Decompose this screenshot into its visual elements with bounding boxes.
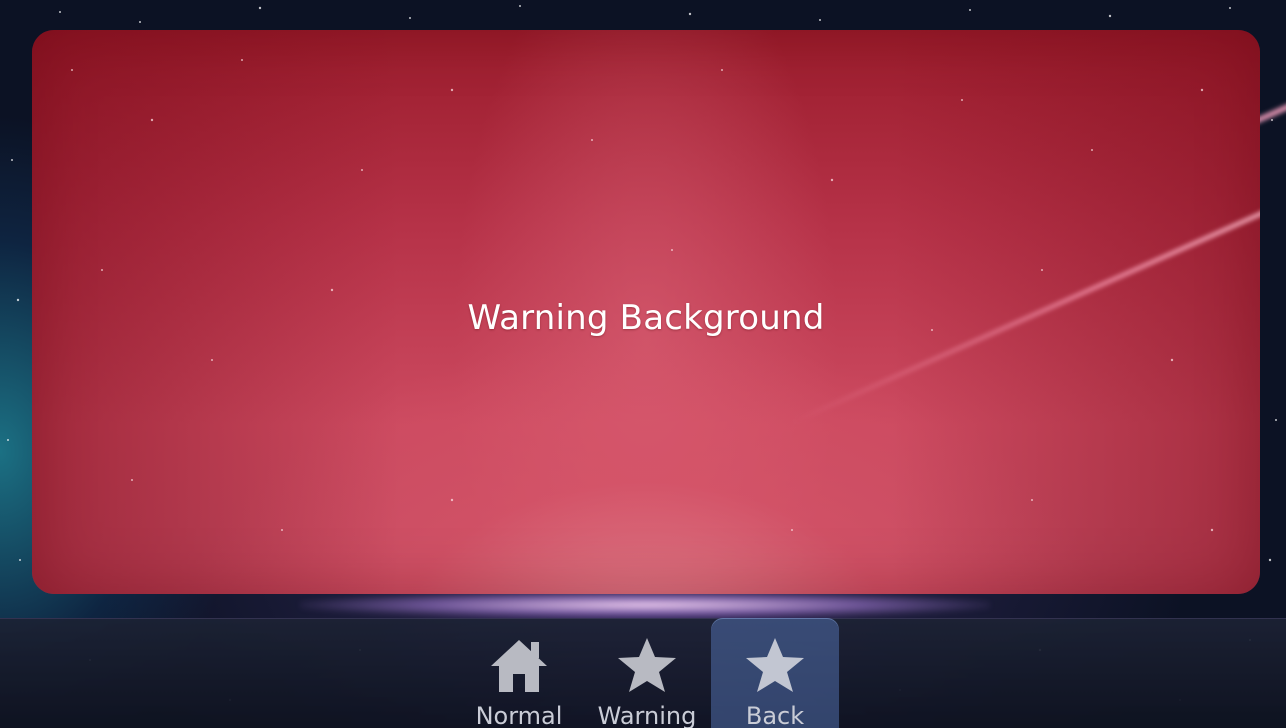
star-icon [614,632,680,698]
panel-title: Warning Background [467,298,825,338]
home-icon [486,632,552,698]
nav-buttons: Normal Warning Back [455,618,839,728]
horizon-glow-decoration [300,592,990,618]
star-icon [742,632,808,698]
warning-panel: Warning Background [32,30,1260,594]
nav-button-normal[interactable]: Normal [455,618,583,728]
nav-button-warning[interactable]: Warning [583,618,711,728]
nav-button-back[interactable]: Back [711,618,839,728]
nav-label-warning: Warning [597,702,697,728]
nav-label-back: Back [745,702,805,728]
nav-label-normal: Normal [475,702,563,728]
screen: Warning Background Normal Warning Back [0,0,1286,728]
